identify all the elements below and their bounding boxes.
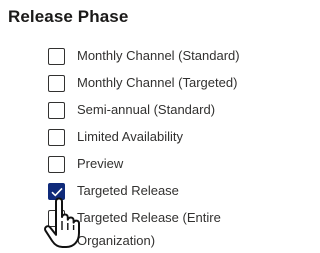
checkbox-semi-annual-standard[interactable] xyxy=(48,102,65,119)
option-label: Targeted Release (Entire Organization) xyxy=(77,210,221,248)
checkbox-preview[interactable] xyxy=(48,156,65,173)
option-limited-availability[interactable]: Limited Availability xyxy=(48,129,183,149)
checkbox-monthly-channel-targeted[interactable] xyxy=(48,75,65,92)
option-label: Preview xyxy=(77,156,124,171)
checkmark-icon xyxy=(50,187,63,197)
checkbox-monthly-channel-standard[interactable] xyxy=(48,48,65,65)
release-phase-heading: Release Phase xyxy=(8,7,129,26)
option-label: Limited Availability xyxy=(77,129,183,144)
hand-pointer-icon xyxy=(44,197,80,248)
option-label: Targeted Release xyxy=(77,183,179,198)
option-monthly-channel-targeted[interactable]: Monthly Channel (Targeted) xyxy=(48,75,237,95)
option-monthly-channel-standard[interactable]: Monthly Channel (Standard) xyxy=(48,48,240,68)
checkbox-limited-availability[interactable] xyxy=(48,129,65,146)
option-label: Monthly Channel (Targeted) xyxy=(77,75,238,90)
option-preview[interactable]: Preview xyxy=(48,156,123,176)
option-label: Semi-annual (Standard) xyxy=(77,102,216,117)
option-semi-annual-standard[interactable]: Semi-annual (Standard) xyxy=(48,102,215,122)
option-label: Monthly Channel (Standard) xyxy=(77,48,240,63)
